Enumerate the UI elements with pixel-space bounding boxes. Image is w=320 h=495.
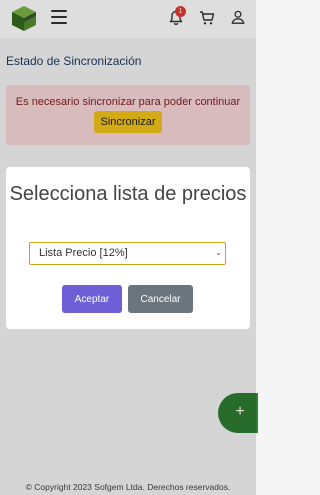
price-list-select[interactable]: Lista Precio [12%] ⌄ — [29, 242, 226, 265]
cancel-button[interactable]: Cancelar — [128, 285, 193, 313]
accept-button[interactable]: Aceptar — [62, 285, 122, 313]
select-value: Lista Precio [12%] — [39, 247, 128, 259]
chevron-down-icon: ⌄ — [215, 248, 222, 257]
price-list-modal: Selecciona lista de precios Lista Precio… — [6, 167, 250, 329]
modal-title: Selecciona lista de precios — [9, 183, 247, 205]
